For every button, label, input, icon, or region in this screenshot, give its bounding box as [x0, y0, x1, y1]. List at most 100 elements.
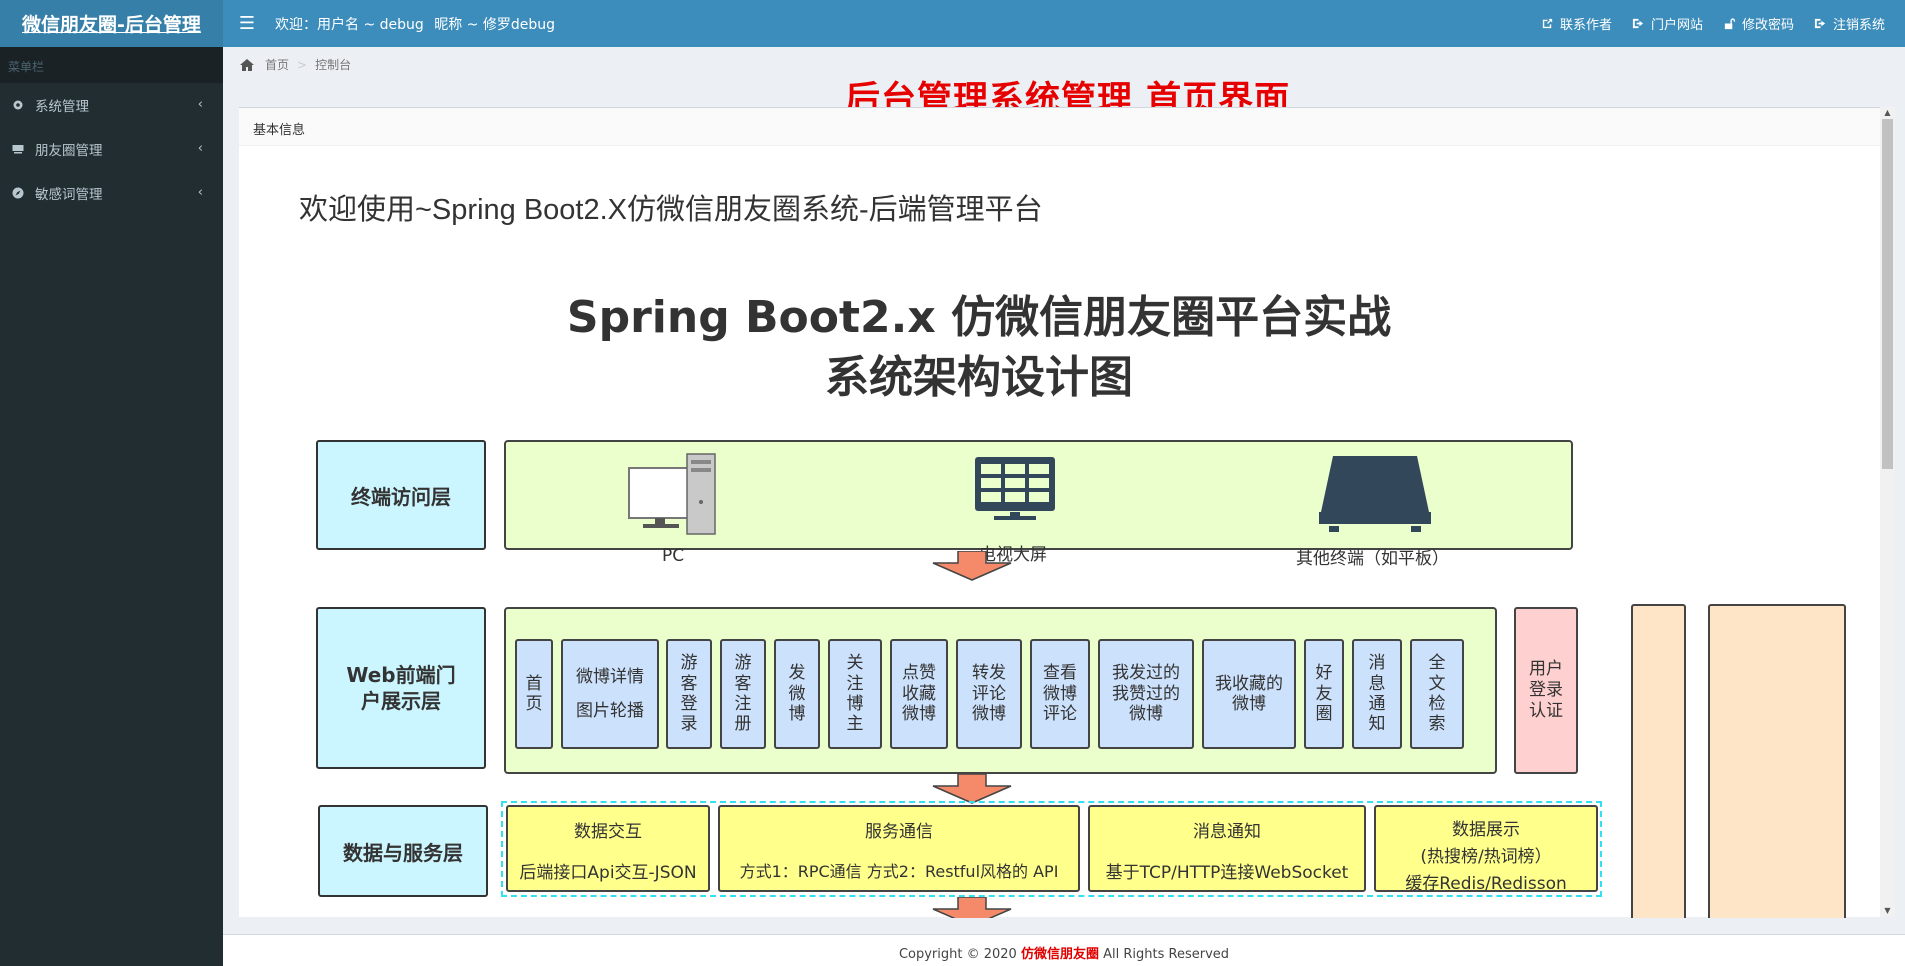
web-module-box: 转发评论微博	[956, 639, 1022, 749]
external-link-icon	[1542, 18, 1553, 29]
sign-out-icon	[1632, 18, 1644, 29]
service-box-display: 数据展示 (热搜榜/热词榜） 缓存Redis/Redisson	[1374, 805, 1598, 894]
logout-label: 注销系统	[1832, 18, 1885, 33]
contact-author-link[interactable]: 联系作者	[1541, 14, 1612, 33]
web-module-label: 查看微博评论	[1043, 663, 1077, 725]
service-desc: (热搜榜/热词榜）	[1420, 847, 1552, 867]
service-title: 消息通知	[1193, 822, 1261, 842]
breadcrumb-separator: >	[297, 57, 308, 72]
web-module-box: 首页	[515, 639, 553, 749]
web-module-box: 微博详情 图片轮播	[561, 639, 659, 749]
sidebar-item-system[interactable]: 系统管理 ‹	[0, 83, 223, 127]
tv-screen-icon	[975, 457, 1055, 520]
pc-icon	[628, 453, 716, 535]
web-module-label: 消息通知	[1368, 653, 1386, 735]
gear-icon	[13, 100, 23, 110]
web-module-box: 好友圈	[1304, 639, 1344, 749]
layer-web-label: Web前端门户展示层	[316, 607, 486, 769]
web-module-box: 发微博	[774, 639, 820, 749]
sidebar: 菜单栏 系统管理 ‹ 朋友圈管理 ‹ 敏感词管理 ‹	[0, 47, 223, 966]
side-column-box	[1631, 604, 1686, 918]
service-title: 服务通信	[865, 822, 933, 842]
arrow-down-icon	[932, 774, 1012, 804]
footer-brand: 仿微信朋友圈	[1020, 947, 1099, 962]
service-box-data-exchange: 数据交互 后端接口Api交互-JSON	[506, 805, 710, 892]
arrow-down-icon	[932, 551, 1012, 581]
service-desc: 缓存Redis/Redisson	[1405, 874, 1567, 894]
brand-title[interactable]: 微信朋友圈-后台管理	[22, 10, 201, 37]
auth-label: 用户登录认证	[1529, 658, 1563, 722]
arrow-down-icon	[932, 897, 1012, 918]
side-column-box	[1708, 604, 1846, 918]
web-module-label: 微博详情 图片轮播	[576, 667, 644, 721]
architecture-diagram: Spring Boot2.x 仿微信朋友圈平台实战 系统架构设计图 终端访问层 …	[239, 146, 1879, 918]
panel-header: 基本信息	[239, 108, 1882, 146]
web-module-label: 转发评论微博	[972, 663, 1006, 725]
breadcrumb-current: 控制台	[315, 58, 352, 72]
web-module-box: 游客登录	[666, 639, 712, 749]
header-links: 联系作者 门户网站 修改密码 注销系统	[1541, 0, 1905, 47]
chevron-left-icon: ‹	[197, 141, 203, 156]
web-module-box: 点赞收藏微博	[890, 639, 948, 749]
web-module-label: 关注博主	[846, 653, 864, 735]
web-module-label: 游客登录	[680, 653, 698, 735]
web-module-label: 游客注册	[734, 653, 752, 735]
service-desc: 后端接口Api交互-JSON	[519, 863, 697, 883]
web-module-label: 我发过的我赞过的微博	[1112, 663, 1180, 725]
service-box-notification: 消息通知 基于TCP/HTTP连接WebSocket	[1088, 805, 1366, 892]
breadcrumb-home[interactable]: 首页	[265, 56, 289, 73]
content-scrollbar[interactable]: ▲ ▼	[1880, 107, 1895, 917]
keyboard-icon	[12, 145, 24, 154]
web-module-label: 全文检索	[1428, 653, 1446, 735]
contact-author-label: 联系作者	[1559, 18, 1612, 33]
layer-terminal-label: 终端访问层	[316, 440, 486, 550]
sidebar-item-label: 系统管理	[35, 99, 89, 115]
basic-info-panel: 基本信息 欢迎使用~Spring Boot2.X仿微信朋友圈系统-后端管理平台 …	[239, 107, 1882, 918]
auth-box: 用户登录认证	[1514, 607, 1578, 774]
service-desc: 方式1：RPC通信 方式2：Restful风格的 API	[739, 862, 1059, 881]
change-password-link[interactable]: 修改密码	[1723, 14, 1794, 33]
portal-site-link[interactable]: 门户网站	[1632, 14, 1703, 33]
brand-logo[interactable]: 微信朋友圈-后台管理	[0, 0, 223, 47]
menu-toggle-icon[interactable]: ☰	[236, 11, 258, 35]
web-module-box: 查看微博评论	[1030, 639, 1090, 749]
web-module-box: 我发过的我赞过的微博	[1098, 639, 1194, 749]
sidebar-item-moments[interactable]: 朋友圈管理 ‹	[0, 127, 223, 171]
web-module-box: 消息通知	[1352, 639, 1402, 749]
scroll-up-icon[interactable]: ▲	[1880, 107, 1895, 119]
web-module-box: 我收藏的微博	[1202, 639, 1296, 749]
terminal-other-label: 其他终端（如平板）	[1296, 549, 1449, 569]
compass-icon	[12, 187, 24, 199]
portal-site-label: 门户网站	[1650, 18, 1703, 33]
welcome-username: 欢迎：用户名 ~ debug	[275, 17, 424, 33]
web-module-label: 好友圈	[1315, 663, 1333, 725]
panel-body: 欢迎使用~Spring Boot2.X仿微信朋友圈系统-后端管理平台 Sprin…	[239, 146, 1879, 918]
service-title: 数据交互	[574, 822, 642, 842]
diagram-title-line2: 系统架构设计图	[825, 352, 1133, 403]
welcome-nickname: 昵称 ~ 修罗debug	[434, 17, 556, 33]
scroll-down-icon[interactable]: ▼	[1880, 905, 1895, 917]
chevron-left-icon: ‹	[197, 97, 203, 112]
sidebar-item-sensitive-words[interactable]: 敏感词管理 ‹	[0, 171, 223, 215]
layer-data-label: 数据与服务层	[318, 805, 488, 897]
web-module-box: 游客注册	[720, 639, 766, 749]
footer: Copyright © 2020 仿微信朋友圈 All Rights Reser…	[223, 934, 1905, 966]
web-module-label: 我收藏的微博	[1215, 673, 1283, 714]
footer-copyright: Copyright © 2020	[898, 947, 1017, 962]
terminal-pc-label: PC	[662, 546, 685, 566]
breadcrumb: 首页 > 控制台	[239, 56, 351, 73]
sign-out-icon	[1814, 18, 1826, 29]
top-header: 微信朋友圈-后台管理 ☰ 欢迎：用户名 ~ debug 昵称 ~ 修罗debug…	[0, 0, 1905, 47]
logout-link[interactable]: 注销系统	[1814, 14, 1885, 33]
scroll-thumb[interactable]	[1882, 119, 1893, 469]
chevron-left-icon: ‹	[197, 185, 203, 200]
sidebar-item-label: 敏感词管理	[35, 187, 103, 203]
web-module-label: 首页	[525, 673, 543, 714]
diagram-title-line1: Spring Boot2.x 仿微信朋友圈平台实战	[566, 292, 1392, 343]
service-box-communication: 服务通信 方式1：RPC通信 方式2：Restful风格的 API	[718, 805, 1080, 892]
home-icon[interactable]	[239, 58, 255, 72]
web-module-box: 全文检索	[1410, 639, 1464, 749]
unlock-icon	[1724, 18, 1736, 30]
sidebar-header: 菜单栏	[0, 47, 223, 83]
change-password-label: 修改密码	[1741, 18, 1794, 33]
